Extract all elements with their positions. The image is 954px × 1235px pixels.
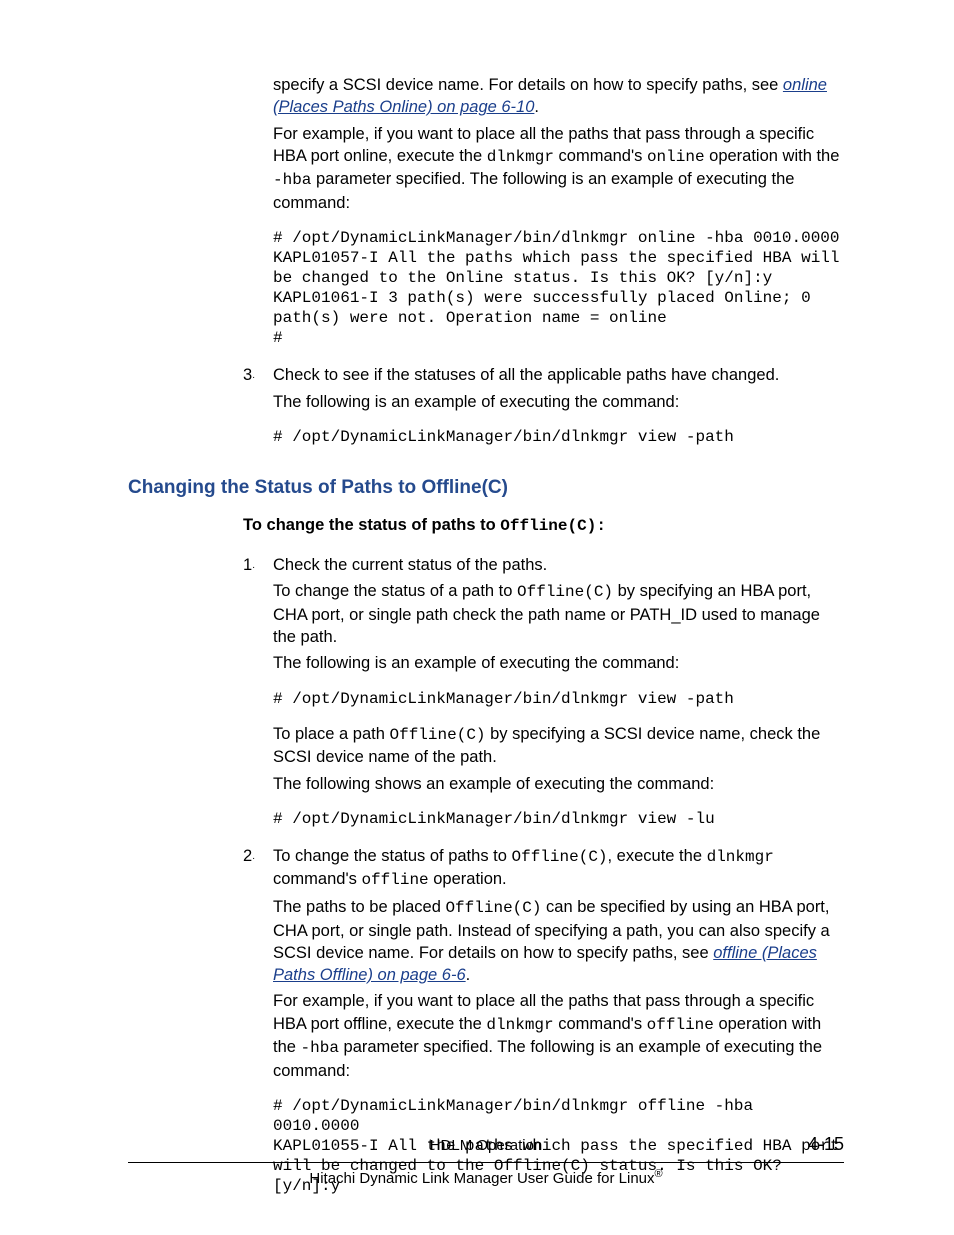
paragraph: To change the status of paths to Offline… [273,845,844,892]
ordered-list: 3. Check to see if the statuses of all t… [243,364,844,447]
text: The following is an example of executing… [273,652,844,674]
text: To change the status of paths to [273,847,512,865]
code-inline: Offline(C) [445,899,541,917]
code-block: # /opt/DynamicLinkManager/bin/dlnkmgr on… [273,228,844,348]
code-inline: offline [647,1016,714,1034]
footer-section: HDLM Operation [128,1136,844,1156]
text: operation with the [705,147,840,165]
code-block: # /opt/DynamicLinkManager/bin/dlnkmgr vi… [273,689,844,709]
code-block: # /opt/DynamicLinkManager/bin/dlnkmgr vi… [273,427,844,447]
section-intro: To change the status of paths to Offline… [243,514,844,538]
code-inline: Offline(C): [500,517,606,535]
list-item: 1. Check the current status of the paths… [243,554,844,829]
paragraph: For example, if you want to place all th… [273,123,844,215]
text: Check the current status of the paths. [273,554,844,576]
code-inline: dlnkmgr [707,848,774,866]
code-inline: offline [361,871,428,889]
code-inline: Offline(C) [390,726,486,744]
text: , execute the [608,847,707,865]
list-marker: 1. [243,554,255,576]
paragraph: The paths to be placed Offline(C) can be… [273,896,844,986]
registered-icon: ® [655,1168,663,1180]
text: Check to see if the statuses of all the … [273,364,844,386]
text: To change the status of paths to [243,516,500,534]
code-inline: dlnkmgr [486,1016,553,1034]
paragraph: For example, if you want to place all th… [273,990,844,1082]
paragraph: specify a SCSI device name. For details … [273,74,844,119]
text: . [534,98,539,116]
text: . [466,966,471,984]
code-inline: Offline(C) [517,583,613,601]
ordered-list-offline: 1. Check the current status of the paths… [243,554,844,1196]
text: command's [554,147,647,165]
text: Hitachi Dynamic Link Manager User Guide … [309,1170,654,1187]
paragraph: To place a path Offline(C) by specifying… [273,723,844,769]
text: To change the status of a path to [273,582,517,600]
footer-rule [128,1162,844,1163]
list-item: 3. Check to see if the statuses of all t… [243,364,844,447]
text: command's [273,870,361,888]
code-inline: -hba [273,171,311,189]
code-inline: Offline(C) [512,848,608,866]
text: operation. [429,870,507,888]
text: command's [554,1015,647,1033]
text: The following shows an example of execut… [273,773,844,795]
text: parameter specified. The following is an… [273,170,794,212]
text: The following is an example of executing… [273,391,844,413]
continuation-block: specify a SCSI device name. For details … [273,74,844,348]
code-inline: -hba [301,1039,339,1057]
section-heading: Changing the Status of Paths to Offline(… [128,475,844,501]
code-inline: online [647,148,705,166]
list-marker: 2. [243,845,255,867]
code-block: # /opt/DynamicLinkManager/bin/dlnkmgr vi… [273,809,844,829]
paragraph: To change the status of a path to Offlin… [273,580,844,648]
page-footer: 4-15 HDLM Operation Hitachi Dynamic Link… [128,1136,844,1190]
text: specify a SCSI device name. For details … [273,76,783,94]
list-marker: 3. [243,364,255,386]
footer-book: Hitachi Dynamic Link Manager User Guide … [128,1167,844,1189]
page: specify a SCSI device name. For details … [0,0,954,1235]
text: parameter specified. The following is an… [273,1038,822,1080]
page-number: 4-15 [808,1132,844,1156]
code-inline: dlnkmgr [487,148,554,166]
text: To place a path [273,725,390,743]
text: The paths to be placed [273,898,445,916]
